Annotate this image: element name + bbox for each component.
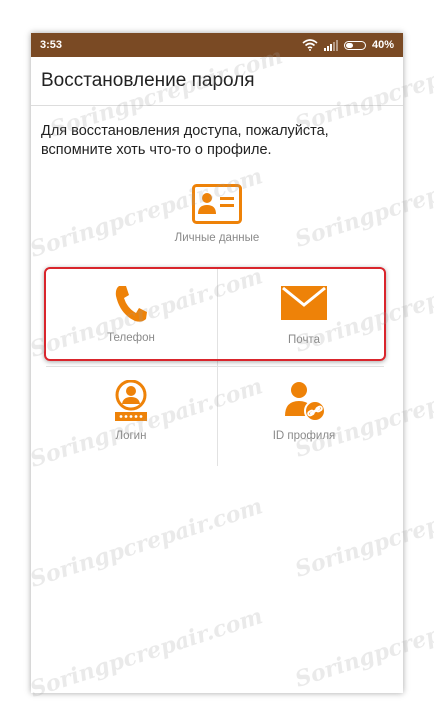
- status-icons: 40%: [302, 39, 394, 51]
- option-label: Логин: [115, 430, 147, 442]
- option-label: ID профиля: [272, 430, 336, 442]
- status-time: 3:53: [40, 39, 63, 51]
- option-profile-id[interactable]: ID профиля: [229, 380, 379, 442]
- wifi-icon: [302, 39, 318, 51]
- page-title: Восстановление пароля: [41, 70, 255, 91]
- option-label: Личные данные: [174, 232, 260, 244]
- user-password-icon: [115, 380, 147, 421]
- status-bar: 3:53 40%: [31, 33, 403, 57]
- option-login[interactable]: Логин: [56, 380, 206, 442]
- id-card-icon: [192, 184, 242, 224]
- grid-divider: [46, 366, 384, 367]
- description-text: Для восстановления доступа, пожалуйста, …: [41, 123, 329, 158]
- signal-icon: [323, 39, 338, 51]
- option-personal-data[interactable]: Личные данные: [142, 184, 292, 244]
- battery-icon: [343, 40, 366, 50]
- highlight-frame: [44, 267, 386, 361]
- app-bar: Восстановление пароля: [31, 57, 403, 106]
- battery-percent: 40%: [371, 39, 394, 51]
- user-link-icon: [285, 382, 326, 422]
- battery-level: [345, 42, 353, 48]
